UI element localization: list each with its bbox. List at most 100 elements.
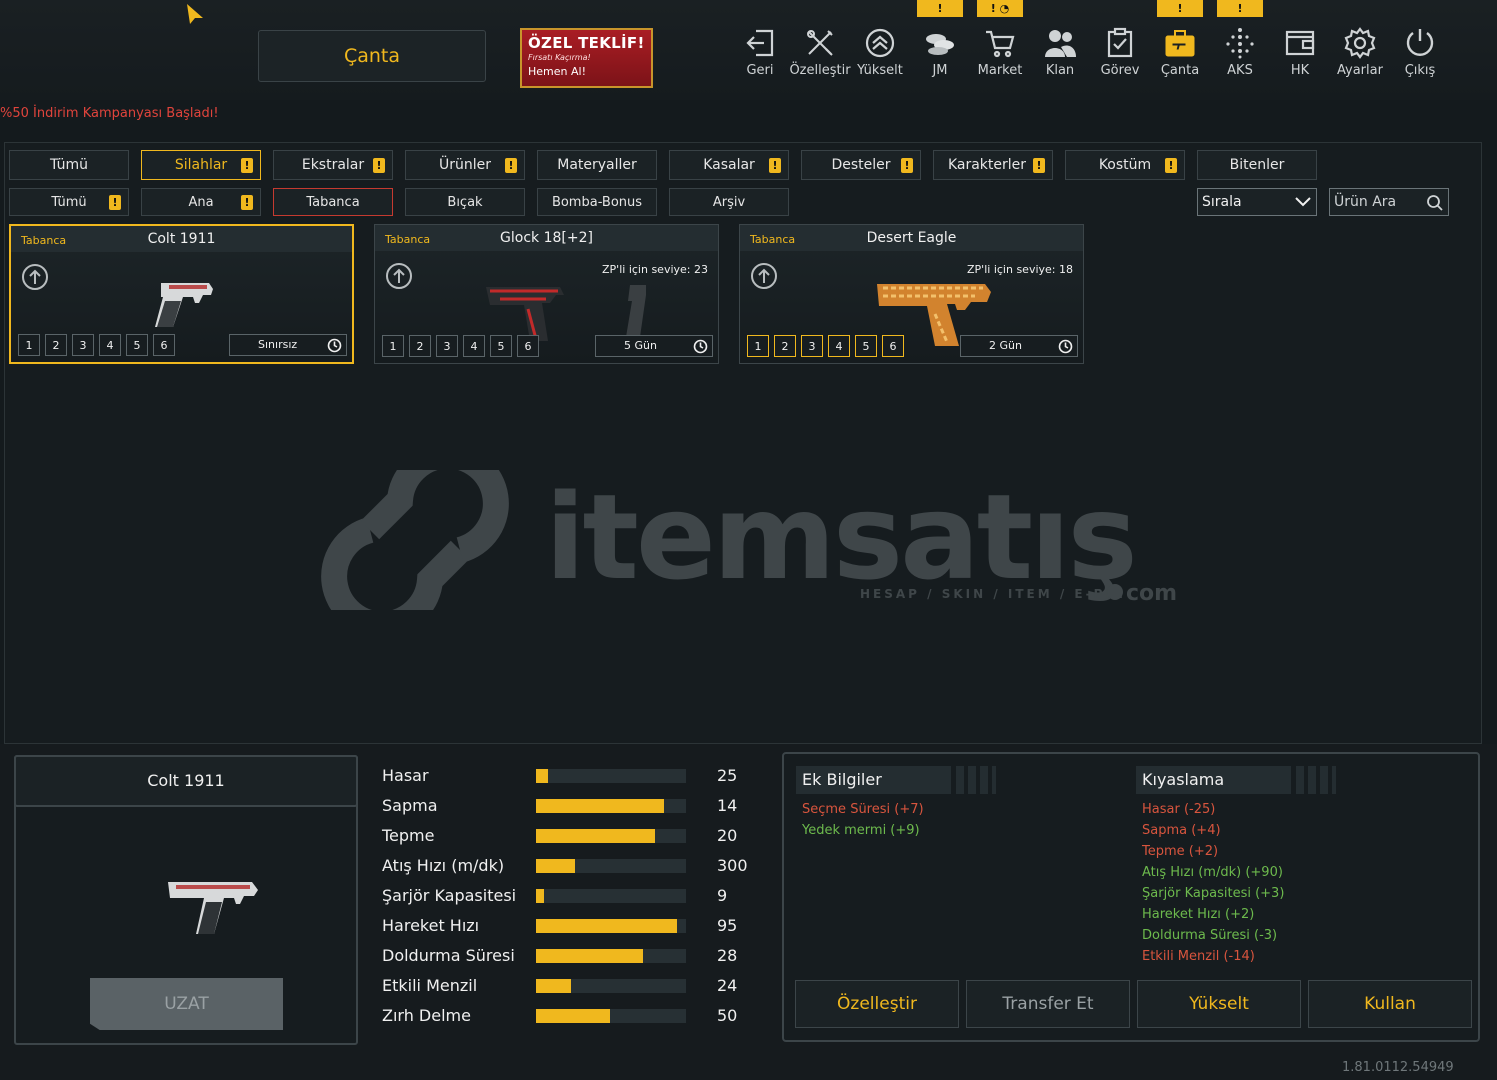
nav-bag[interactable]: ! Çanta	[1150, 0, 1210, 100]
slot[interactable]: 5	[855, 335, 877, 357]
tools-icon	[807, 30, 833, 56]
subtab-archive[interactable]: Arşiv	[669, 188, 789, 216]
upgrade-arrow-icon[interactable]	[21, 263, 49, 291]
stat-label: Hasar	[382, 766, 429, 785]
tab-decks[interactable]: Desteler!	[801, 150, 921, 180]
campaign-banner[interactable]: %50 İndirim Kampanyası Başladı!	[0, 106, 219, 121]
nav-jm[interactable]: ! JM	[910, 0, 970, 100]
stat-bar	[536, 889, 686, 903]
extra-info-header: Ek Bilgiler	[796, 766, 996, 794]
extend-button[interactable]: UZAT	[90, 978, 283, 1030]
tab-cases[interactable]: Kasalar!	[669, 150, 789, 180]
tab-materials[interactable]: Materyaller	[537, 150, 657, 180]
stat-value: 50	[717, 1006, 738, 1025]
stat-bar	[536, 769, 686, 783]
tab-all[interactable]: Tümü	[9, 150, 129, 180]
watermark-suffix: com	[1126, 581, 1177, 606]
slot[interactable]: 1	[747, 335, 769, 357]
tab-weapons[interactable]: Silahlar!	[141, 150, 261, 180]
use-button[interactable]: Kullan	[1308, 980, 1472, 1028]
tab-products[interactable]: Ürünler!	[405, 150, 525, 180]
tab-label: Materyaller	[557, 157, 637, 173]
customize-button[interactable]: Özelleştir	[795, 980, 959, 1028]
stat-value: 95	[717, 916, 738, 935]
tab-costume[interactable]: Kostüm!	[1065, 150, 1185, 180]
watermark-brand: itemsatış	[545, 470, 1135, 606]
subtab-main[interactable]: Ana!	[141, 188, 261, 216]
subtab-bomb-bonus[interactable]: Bomba-Bonus	[537, 188, 657, 216]
nav-settings[interactable]: Ayarlar	[1330, 0, 1390, 100]
slot[interactable]: 1	[18, 334, 40, 356]
promo-cta: Hemen Al!	[528, 65, 586, 78]
slot[interactable]: 1	[382, 335, 404, 357]
nav-clan[interactable]: Klan	[1030, 0, 1090, 100]
slot[interactable]: 3	[72, 334, 94, 356]
slot[interactable]: 3	[436, 335, 458, 357]
tab-expired[interactable]: Bitenler	[1197, 150, 1317, 180]
stat-label: Doldurma Süresi	[382, 946, 515, 965]
clan-icon	[1045, 30, 1076, 57]
nav-market[interactable]: ! ◔ Market	[970, 0, 1030, 100]
subtab-all[interactable]: Tümü!	[9, 188, 129, 216]
stat-bar-fill	[536, 859, 575, 873]
slot[interactable]: 4	[828, 335, 850, 357]
upgrade-button[interactable]: Yükselt	[1137, 980, 1301, 1028]
colt-pistol-icon	[155, 283, 213, 327]
item-card-desert-eagle[interactable]: Tabanca Desert Eagle ZP'li için seviye: …	[739, 224, 1084, 364]
sort-dropdown[interactable]: Sırala	[1197, 188, 1317, 216]
compare-line: Şarjör Kapasitesi (+3)	[1142, 886, 1285, 901]
search-input[interactable]: Ürün Ara	[1329, 188, 1449, 216]
upgrade-arrow-icon[interactable]	[385, 262, 413, 290]
warning-icon: !	[241, 195, 253, 210]
duration-label: Sınırsız	[258, 338, 298, 351]
special-offer-button[interactable]: ÖZEL TEKLİF! Fırsatı Kaçırma! Hemen Al!	[520, 28, 653, 88]
slot[interactable]: 4	[463, 335, 485, 357]
warning-icon: !	[769, 158, 781, 173]
stat-label: Sapma	[382, 796, 438, 815]
slot[interactable]: 2	[409, 335, 431, 357]
compare-line: Sapma (+4)	[1142, 823, 1221, 838]
tab-label: Kostüm	[1098, 157, 1152, 173]
wallet-icon	[1285, 30, 1315, 56]
nav-aks[interactable]: ! AKS	[1210, 0, 1270, 100]
slot[interactable]: 6	[517, 335, 539, 357]
nav-hk[interactable]: HK	[1270, 0, 1330, 100]
nav-customize[interactable]: Özelleştir	[789, 0, 851, 100]
nav-exit[interactable]: Çıkış	[1390, 0, 1450, 100]
subtab-label: Tümü	[51, 194, 87, 210]
slot[interactable]: 2	[45, 334, 67, 356]
clipboard-icon	[1107, 27, 1133, 58]
card-requirement: ZP'li için seviye: 18	[967, 263, 1073, 276]
nav-back[interactable]: Geri	[730, 0, 790, 100]
subtab-knife[interactable]: Bıçak	[405, 188, 525, 216]
compare-line: Hareket Hızı (+2)	[1142, 907, 1255, 922]
card-name: Glock 18[+2]	[500, 230, 593, 246]
slot[interactable]: 5	[126, 334, 148, 356]
subtab-label: Bomba-Bonus	[551, 194, 643, 210]
watermark-logo: itemsatış HESAP / SKIN / ITEM / E-PIN co…	[321, 470, 1177, 610]
watermark-tagline: HESAP / SKIN / ITEM / E-PIN	[860, 587, 1126, 601]
tab-extras[interactable]: Ekstralar!	[273, 150, 393, 180]
item-card-colt[interactable]: Tabanca Colt 1911 1 2 3 4 5 6 Sınırsız	[9, 224, 354, 364]
clock-icon	[1058, 339, 1073, 354]
slot[interactable]: 6	[153, 334, 175, 356]
stat-label: Şarjör Kapasitesi	[382, 886, 517, 905]
slot[interactable]: 3	[801, 335, 823, 357]
nav-label: Çıkış	[1404, 63, 1436, 78]
stat-bar	[536, 1009, 686, 1023]
slot[interactable]: 2	[774, 335, 796, 357]
slot[interactable]: 5	[490, 335, 512, 357]
nav-upgrade[interactable]: Yükselt	[850, 0, 910, 100]
tab-characters[interactable]: Karakterler!	[933, 150, 1053, 180]
clock-icon	[327, 338, 342, 353]
item-card-glock[interactable]: Tabanca Glock 18[+2] ZP'li için seviye: …	[374, 224, 719, 364]
slot[interactable]: 6	[882, 335, 904, 357]
slot[interactable]: 4	[99, 334, 121, 356]
tab-label: Tümü	[49, 157, 88, 173]
nav-mission[interactable]: Görev	[1090, 0, 1150, 100]
subtab-pistol[interactable]: Tabanca	[273, 188, 393, 216]
transfer-button[interactable]: Transfer Et	[966, 980, 1130, 1028]
stat-bar-fill	[536, 1009, 610, 1023]
stat-bar-fill	[536, 799, 664, 813]
upgrade-arrow-icon[interactable]	[750, 262, 778, 290]
